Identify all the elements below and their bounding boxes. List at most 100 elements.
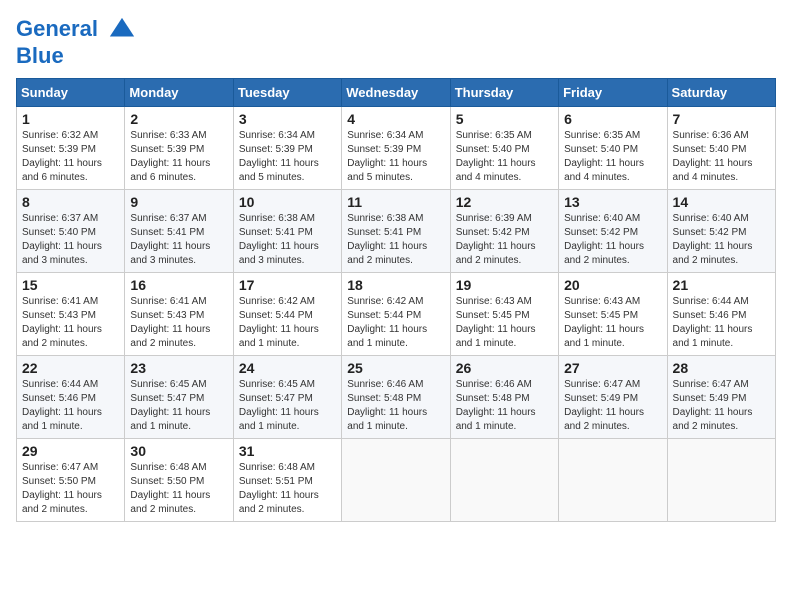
calendar-cell (559, 439, 667, 522)
weekday-header: Thursday (450, 79, 558, 107)
calendar-cell: 21 Sunrise: 6:44 AM Sunset: 5:46 PM Dayl… (667, 273, 775, 356)
day-info: Sunrise: 6:48 AM Sunset: 5:50 PM Dayligh… (130, 462, 210, 515)
calendar-cell: 22 Sunrise: 6:44 AM Sunset: 5:46 PM Dayl… (17, 356, 125, 439)
calendar-cell: 31 Sunrise: 6:48 AM Sunset: 5:51 PM Dayl… (233, 439, 341, 522)
calendar-cell: 6 Sunrise: 6:35 AM Sunset: 5:40 PM Dayli… (559, 107, 667, 190)
calendar-week-row: 22 Sunrise: 6:44 AM Sunset: 5:46 PM Dayl… (17, 356, 776, 439)
calendar-cell: 1 Sunrise: 6:32 AM Sunset: 5:39 PM Dayli… (17, 107, 125, 190)
day-number: 29 (22, 443, 119, 459)
day-number: 6 (564, 111, 661, 127)
calendar-cell: 14 Sunrise: 6:40 AM Sunset: 5:42 PM Dayl… (667, 190, 775, 273)
calendar-week-row: 29 Sunrise: 6:47 AM Sunset: 5:50 PM Dayl… (17, 439, 776, 522)
day-info: Sunrise: 6:41 AM Sunset: 5:43 PM Dayligh… (22, 296, 102, 349)
day-number: 7 (673, 111, 770, 127)
day-number: 19 (456, 277, 553, 293)
calendar-cell (342, 439, 450, 522)
weekday-header: Saturday (667, 79, 775, 107)
calendar-cell: 9 Sunrise: 6:37 AM Sunset: 5:41 PM Dayli… (125, 190, 233, 273)
day-info: Sunrise: 6:34 AM Sunset: 5:39 PM Dayligh… (347, 130, 427, 183)
day-number: 1 (22, 111, 119, 127)
day-info: Sunrise: 6:40 AM Sunset: 5:42 PM Dayligh… (564, 213, 644, 266)
day-info: Sunrise: 6:34 AM Sunset: 5:39 PM Dayligh… (239, 130, 319, 183)
day-info: Sunrise: 6:45 AM Sunset: 5:47 PM Dayligh… (130, 379, 210, 432)
calendar-cell: 15 Sunrise: 6:41 AM Sunset: 5:43 PM Dayl… (17, 273, 125, 356)
day-info: Sunrise: 6:45 AM Sunset: 5:47 PM Dayligh… (239, 379, 319, 432)
day-number: 10 (239, 194, 336, 210)
calendar-week-row: 1 Sunrise: 6:32 AM Sunset: 5:39 PM Dayli… (17, 107, 776, 190)
day-number: 12 (456, 194, 553, 210)
calendar-cell: 11 Sunrise: 6:38 AM Sunset: 5:41 PM Dayl… (342, 190, 450, 273)
calendar-cell: 16 Sunrise: 6:41 AM Sunset: 5:43 PM Dayl… (125, 273, 233, 356)
day-info: Sunrise: 6:38 AM Sunset: 5:41 PM Dayligh… (347, 213, 427, 266)
day-info: Sunrise: 6:47 AM Sunset: 5:49 PM Dayligh… (564, 379, 644, 432)
day-info: Sunrise: 6:48 AM Sunset: 5:51 PM Dayligh… (239, 462, 319, 515)
calendar-cell: 12 Sunrise: 6:39 AM Sunset: 5:42 PM Dayl… (450, 190, 558, 273)
day-info: Sunrise: 6:44 AM Sunset: 5:46 PM Dayligh… (22, 379, 102, 432)
day-number: 28 (673, 360, 770, 376)
weekday-header: Tuesday (233, 79, 341, 107)
day-info: Sunrise: 6:37 AM Sunset: 5:40 PM Dayligh… (22, 213, 102, 266)
day-number: 22 (22, 360, 119, 376)
calendar-cell: 26 Sunrise: 6:46 AM Sunset: 5:48 PM Dayl… (450, 356, 558, 439)
calendar-cell (450, 439, 558, 522)
calendar-cell: 18 Sunrise: 6:42 AM Sunset: 5:44 PM Dayl… (342, 273, 450, 356)
calendar-cell: 29 Sunrise: 6:47 AM Sunset: 5:50 PM Dayl… (17, 439, 125, 522)
calendar-cell: 20 Sunrise: 6:43 AM Sunset: 5:45 PM Dayl… (559, 273, 667, 356)
day-number: 4 (347, 111, 444, 127)
day-info: Sunrise: 6:47 AM Sunset: 5:49 PM Dayligh… (673, 379, 753, 432)
day-info: Sunrise: 6:35 AM Sunset: 5:40 PM Dayligh… (456, 130, 536, 183)
calendar-cell: 4 Sunrise: 6:34 AM Sunset: 5:39 PM Dayli… (342, 107, 450, 190)
day-number: 27 (564, 360, 661, 376)
day-number: 5 (456, 111, 553, 127)
day-number: 25 (347, 360, 444, 376)
logo: General Blue (16, 16, 136, 68)
day-number: 3 (239, 111, 336, 127)
day-number: 14 (673, 194, 770, 210)
day-info: Sunrise: 6:36 AM Sunset: 5:40 PM Dayligh… (673, 130, 753, 183)
weekday-header-row: SundayMondayTuesdayWednesdayThursdayFrid… (17, 79, 776, 107)
day-info: Sunrise: 6:41 AM Sunset: 5:43 PM Dayligh… (130, 296, 210, 349)
calendar-cell: 28 Sunrise: 6:47 AM Sunset: 5:49 PM Dayl… (667, 356, 775, 439)
day-info: Sunrise: 6:44 AM Sunset: 5:46 PM Dayligh… (673, 296, 753, 349)
day-number: 17 (239, 277, 336, 293)
weekday-header: Sunday (17, 79, 125, 107)
calendar-cell: 23 Sunrise: 6:45 AM Sunset: 5:47 PM Dayl… (125, 356, 233, 439)
day-info: Sunrise: 6:46 AM Sunset: 5:48 PM Dayligh… (456, 379, 536, 432)
day-info: Sunrise: 6:43 AM Sunset: 5:45 PM Dayligh… (456, 296, 536, 349)
calendar-cell: 27 Sunrise: 6:47 AM Sunset: 5:49 PM Dayl… (559, 356, 667, 439)
day-info: Sunrise: 6:42 AM Sunset: 5:44 PM Dayligh… (239, 296, 319, 349)
calendar-cell: 19 Sunrise: 6:43 AM Sunset: 5:45 PM Dayl… (450, 273, 558, 356)
calendar-cell: 3 Sunrise: 6:34 AM Sunset: 5:39 PM Dayli… (233, 107, 341, 190)
calendar-cell: 17 Sunrise: 6:42 AM Sunset: 5:44 PM Dayl… (233, 273, 341, 356)
day-info: Sunrise: 6:38 AM Sunset: 5:41 PM Dayligh… (239, 213, 319, 266)
day-number: 21 (673, 277, 770, 293)
day-info: Sunrise: 6:32 AM Sunset: 5:39 PM Dayligh… (22, 130, 102, 183)
day-number: 26 (456, 360, 553, 376)
calendar-cell: 8 Sunrise: 6:37 AM Sunset: 5:40 PM Dayli… (17, 190, 125, 273)
day-number: 9 (130, 194, 227, 210)
day-number: 16 (130, 277, 227, 293)
calendar-cell: 5 Sunrise: 6:35 AM Sunset: 5:40 PM Dayli… (450, 107, 558, 190)
calendar-table: SundayMondayTuesdayWednesdayThursdayFrid… (16, 78, 776, 522)
weekday-header: Wednesday (342, 79, 450, 107)
day-number: 23 (130, 360, 227, 376)
calendar-cell: 7 Sunrise: 6:36 AM Sunset: 5:40 PM Dayli… (667, 107, 775, 190)
day-number: 15 (22, 277, 119, 293)
day-number: 13 (564, 194, 661, 210)
day-info: Sunrise: 6:35 AM Sunset: 5:40 PM Dayligh… (564, 130, 644, 183)
day-number: 24 (239, 360, 336, 376)
day-info: Sunrise: 6:42 AM Sunset: 5:44 PM Dayligh… (347, 296, 427, 349)
logo-text: General (16, 16, 136, 44)
day-info: Sunrise: 6:40 AM Sunset: 5:42 PM Dayligh… (673, 213, 753, 266)
weekday-header: Monday (125, 79, 233, 107)
day-number: 11 (347, 194, 444, 210)
weekday-header: Friday (559, 79, 667, 107)
day-number: 8 (22, 194, 119, 210)
calendar-cell: 30 Sunrise: 6:48 AM Sunset: 5:50 PM Dayl… (125, 439, 233, 522)
calendar-cell: 2 Sunrise: 6:33 AM Sunset: 5:39 PM Dayli… (125, 107, 233, 190)
day-info: Sunrise: 6:33 AM Sunset: 5:39 PM Dayligh… (130, 130, 210, 183)
calendar-cell: 24 Sunrise: 6:45 AM Sunset: 5:47 PM Dayl… (233, 356, 341, 439)
day-number: 31 (239, 443, 336, 459)
page-header: General Blue (16, 16, 776, 68)
calendar-week-row: 8 Sunrise: 6:37 AM Sunset: 5:40 PM Dayli… (17, 190, 776, 273)
